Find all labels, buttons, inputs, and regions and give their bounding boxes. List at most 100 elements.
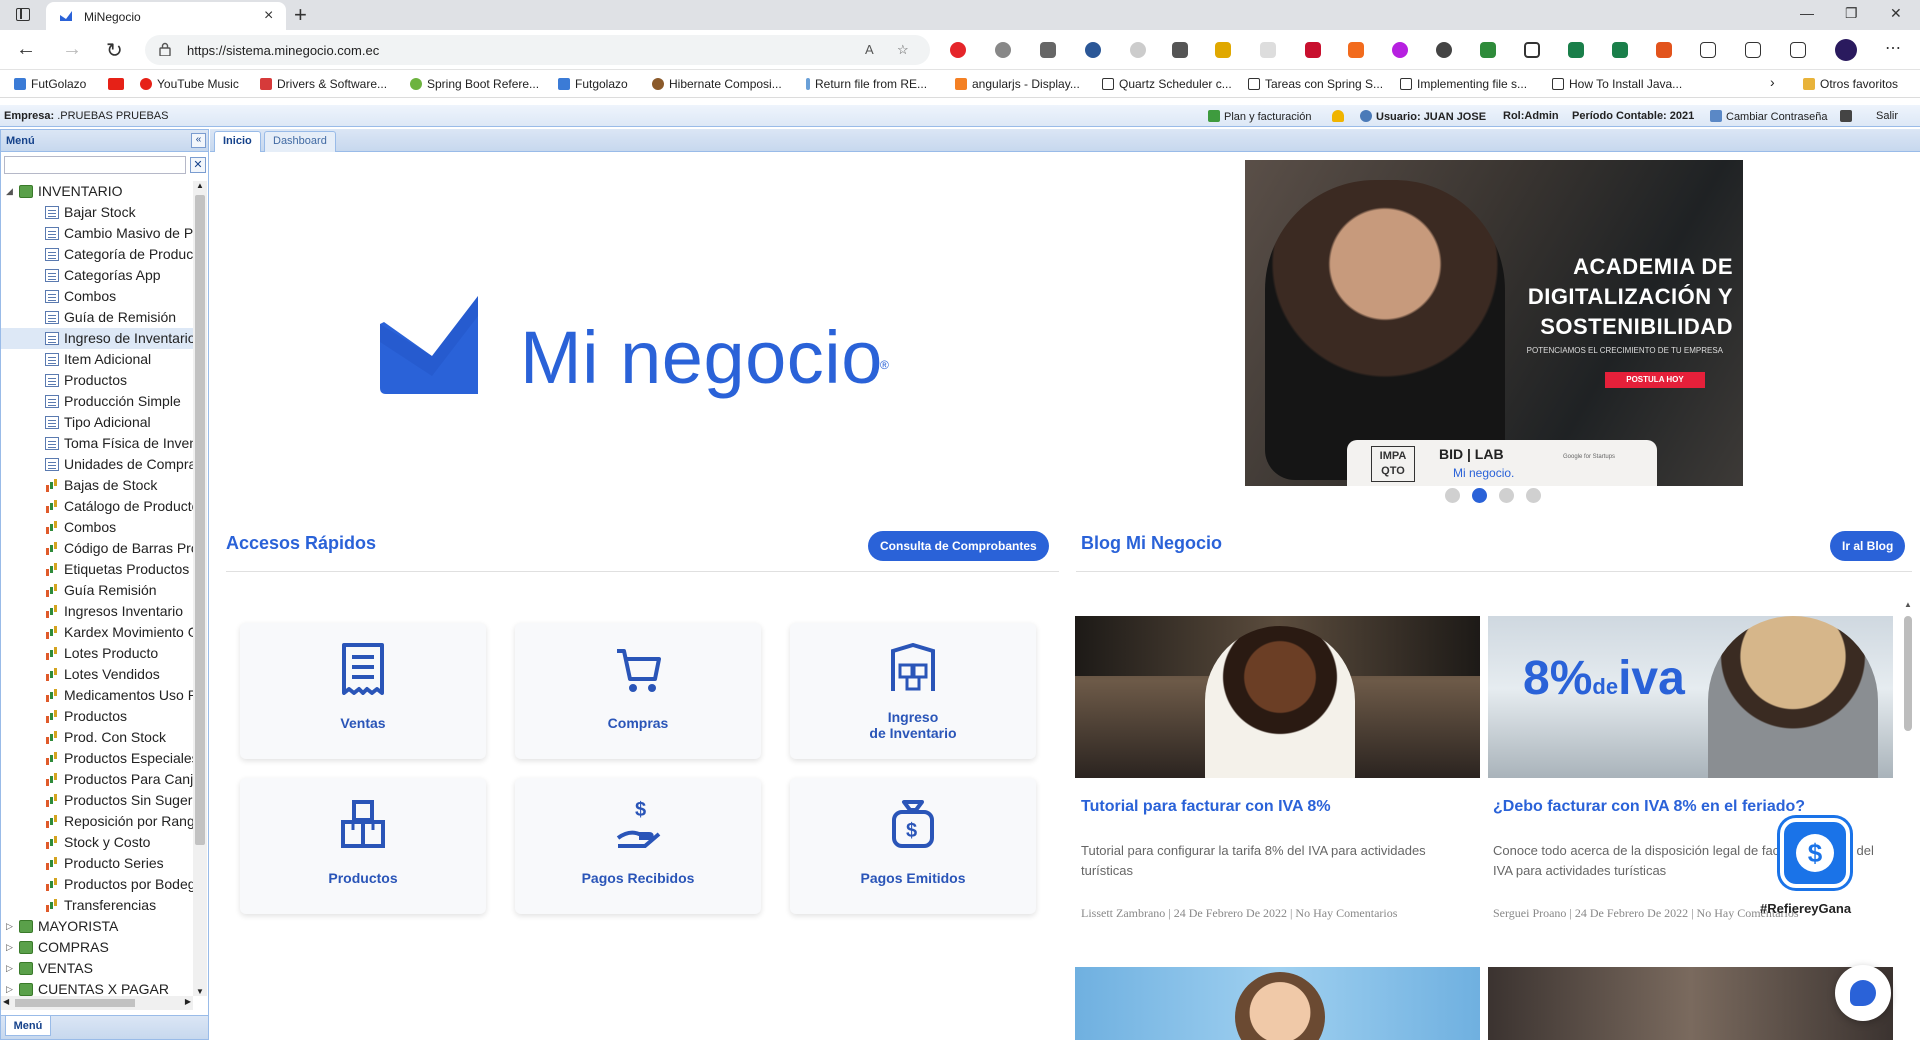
tree-item[interactable]: Prod. Con Stock	[1, 727, 193, 748]
blog-post-image[interactable]	[1075, 616, 1480, 778]
tree-item[interactable]: Tipo Adicional	[1, 412, 193, 433]
extension-icon[interactable]	[995, 42, 1011, 58]
notifications-bell-icon[interactable]	[1332, 110, 1348, 123]
tree-item[interactable]: Productos	[1, 370, 193, 391]
close-tab-icon[interactable]: ×	[264, 7, 273, 25]
banner-cta-button[interactable]: POSTULA HOY	[1605, 372, 1705, 388]
tree-item[interactable]: Productos Para Canje	[1, 769, 193, 790]
bookmark-item[interactable]: Implementing file s...	[1400, 77, 1527, 91]
carousel-dot[interactable]	[1526, 488, 1541, 503]
logout-link[interactable]: Salir	[1876, 110, 1898, 122]
chat-widget-button[interactable]	[1835, 965, 1891, 1021]
quick-access-pagos-emitidos[interactable]: $ Pagos Emitidos	[790, 778, 1036, 914]
tree-item[interactable]: Kardex Movimiento Gi	[1, 622, 193, 643]
extension-icon[interactable]	[1524, 42, 1540, 58]
read-aloud-icon[interactable]: A	[865, 42, 874, 57]
tree-item[interactable]: Producción Simple	[1, 391, 193, 412]
extension-icon[interactable]	[1392, 42, 1408, 58]
blog-post-title[interactable]: ¿Debo facturar con IVA 8% en el feriado?	[1493, 798, 1805, 816]
profile-avatar[interactable]	[1835, 39, 1857, 61]
browser-tab[interactable]: MiNegocio ×	[46, 2, 286, 30]
plan-link[interactable]: Plan y facturación	[1208, 110, 1311, 123]
close-window-icon[interactable]: ✕	[1890, 5, 1902, 22]
scroll-left-icon[interactable]: ◀	[3, 997, 9, 1006]
tree-item[interactable]: Lotes Producto	[1, 643, 193, 664]
tree-item[interactable]: Guía de Remisión	[1, 307, 193, 328]
tab-inicio[interactable]: Inicio	[214, 131, 261, 152]
back-icon[interactable]: ←	[16, 38, 36, 61]
tree-item[interactable]: Ingreso de Inventario	[1, 328, 193, 349]
extension-icon[interactable]	[1040, 42, 1056, 58]
tree-item[interactable]: Ingresos Inventario	[1, 601, 193, 622]
scrollbar-thumb[interactable]	[195, 195, 205, 845]
quick-access-pagos-recibidos[interactable]: $ Pagos Recibidos	[515, 778, 761, 914]
tree-folder[interactable]: ▷ CUENTAS X PAGAR	[1, 979, 193, 996]
extension-icon[interactable]	[1348, 42, 1364, 58]
extension-icon[interactable]	[1085, 42, 1101, 58]
tree-folder[interactable]: ▷ MAYORISTA	[1, 916, 193, 937]
menu-search-input[interactable]	[4, 156, 186, 174]
collapsed-arrow-icon[interactable]: ▷	[6, 984, 13, 995]
extension-icon[interactable]	[1130, 42, 1146, 58]
tree-item[interactable]: Productos	[1, 706, 193, 727]
tree-folder[interactable]: ▷ COMPRAS	[1, 937, 193, 958]
tree-item[interactable]: Stock y Costo	[1, 832, 193, 853]
quick-access-productos[interactable]: Productos	[240, 778, 486, 914]
consulta-comprobantes-button[interactable]: Consulta de Comprobantes	[868, 531, 1049, 561]
extension-icon[interactable]	[1215, 42, 1231, 58]
opera-extension-icon[interactable]	[950, 42, 966, 58]
bookmark-item[interactable]: Hibernate Composi...	[652, 77, 782, 91]
tree-item[interactable]: Bajar Stock	[1, 202, 193, 223]
promo-banner-carousel[interactable]: ACADEMIA DE DIGITALIZACIÓN Y SOSTENIBILI…	[1245, 160, 1743, 486]
collapsed-arrow-icon[interactable]: ▷	[6, 963, 13, 974]
minimize-icon[interactable]: —	[1800, 5, 1814, 21]
carousel-dot[interactable]	[1499, 488, 1514, 503]
content-scrollbar[interactable]: ▲	[1900, 600, 1916, 1040]
other-favorites[interactable]: Otros favoritos	[1803, 77, 1898, 91]
tree-item[interactable]: Categoría de Producto	[1, 244, 193, 265]
scroll-up-icon[interactable]: ▲	[196, 181, 204, 190]
tree-folder[interactable]: ▷ VENTAS	[1, 958, 193, 979]
quick-access-ingreso-inventario[interactable]: Ingreso de Inventario	[790, 623, 1036, 759]
tree-item[interactable]: Productos por Bodega	[1, 874, 193, 895]
tree-item[interactable]: Combos	[1, 517, 193, 538]
collapsed-arrow-icon[interactable]: ▷	[6, 921, 13, 932]
tab-actions-icon[interactable]	[16, 8, 30, 21]
tree-item[interactable]: Categorías App	[1, 265, 193, 286]
tree-item[interactable]: Toma Física de Invent	[1, 433, 193, 454]
collapsed-arrow-icon[interactable]: ▷	[6, 942, 13, 953]
scroll-down-icon[interactable]: ▼	[196, 987, 204, 996]
extension-icon[interactable]	[1568, 42, 1584, 58]
tree-item[interactable]: Productos Especiales	[1, 748, 193, 769]
tree-item[interactable]: Productos Sin Sugeric	[1, 790, 193, 811]
tree-vertical-scrollbar[interactable]: ▲ ▼	[193, 181, 207, 996]
tree-item[interactable]: Catálogo de Producto	[1, 496, 193, 517]
tab-dashboard[interactable]: Dashboard	[264, 131, 336, 152]
tree-item[interactable]: Etiquetas Productos	[1, 559, 193, 580]
quick-access-ventas[interactable]: Ventas	[240, 623, 486, 759]
tree-item[interactable]: Combos	[1, 286, 193, 307]
quick-access-compras[interactable]: Compras	[515, 623, 761, 759]
extension-icon[interactable]	[1656, 42, 1672, 58]
ir-al-blog-button[interactable]: Ir al Blog	[1830, 531, 1906, 561]
tree-folder[interactable]: ◢ INVENTARIO	[1, 181, 193, 202]
tree-item[interactable]: Item Adicional	[1, 349, 193, 370]
tree-item[interactable]: Reposición por Rango	[1, 811, 193, 832]
url-field[interactable]: https://sistema.minegocio.com.ec A ☆	[145, 35, 930, 65]
menu-footer-tab[interactable]: Menú	[5, 1016, 51, 1036]
more-bookmarks-chevron-icon[interactable]: ›	[1770, 74, 1775, 90]
extensions-puzzle-icon[interactable]	[1700, 42, 1716, 58]
bookmark-item[interactable]: YouTube Music	[140, 77, 239, 91]
extension-icon[interactable]	[1172, 42, 1188, 58]
new-tab-button[interactable]: +	[294, 2, 307, 28]
tree-item[interactable]: Bajas de Stock	[1, 475, 193, 496]
scroll-up-icon[interactable]: ▲	[1904, 600, 1912, 609]
blog-post-image[interactable]	[1075, 967, 1480, 1040]
bookmark-item[interactable]	[108, 77, 129, 91]
carousel-dot[interactable]	[1445, 488, 1460, 503]
carousel-dot-active[interactable]	[1472, 488, 1487, 503]
refer-and-earn-badge[interactable]: $	[1780, 818, 1850, 888]
extension-icon[interactable]	[1260, 42, 1276, 58]
tree-item[interactable]: Unidades de Compra/	[1, 454, 193, 475]
more-options-icon[interactable]: ⋯	[1885, 38, 1901, 58]
